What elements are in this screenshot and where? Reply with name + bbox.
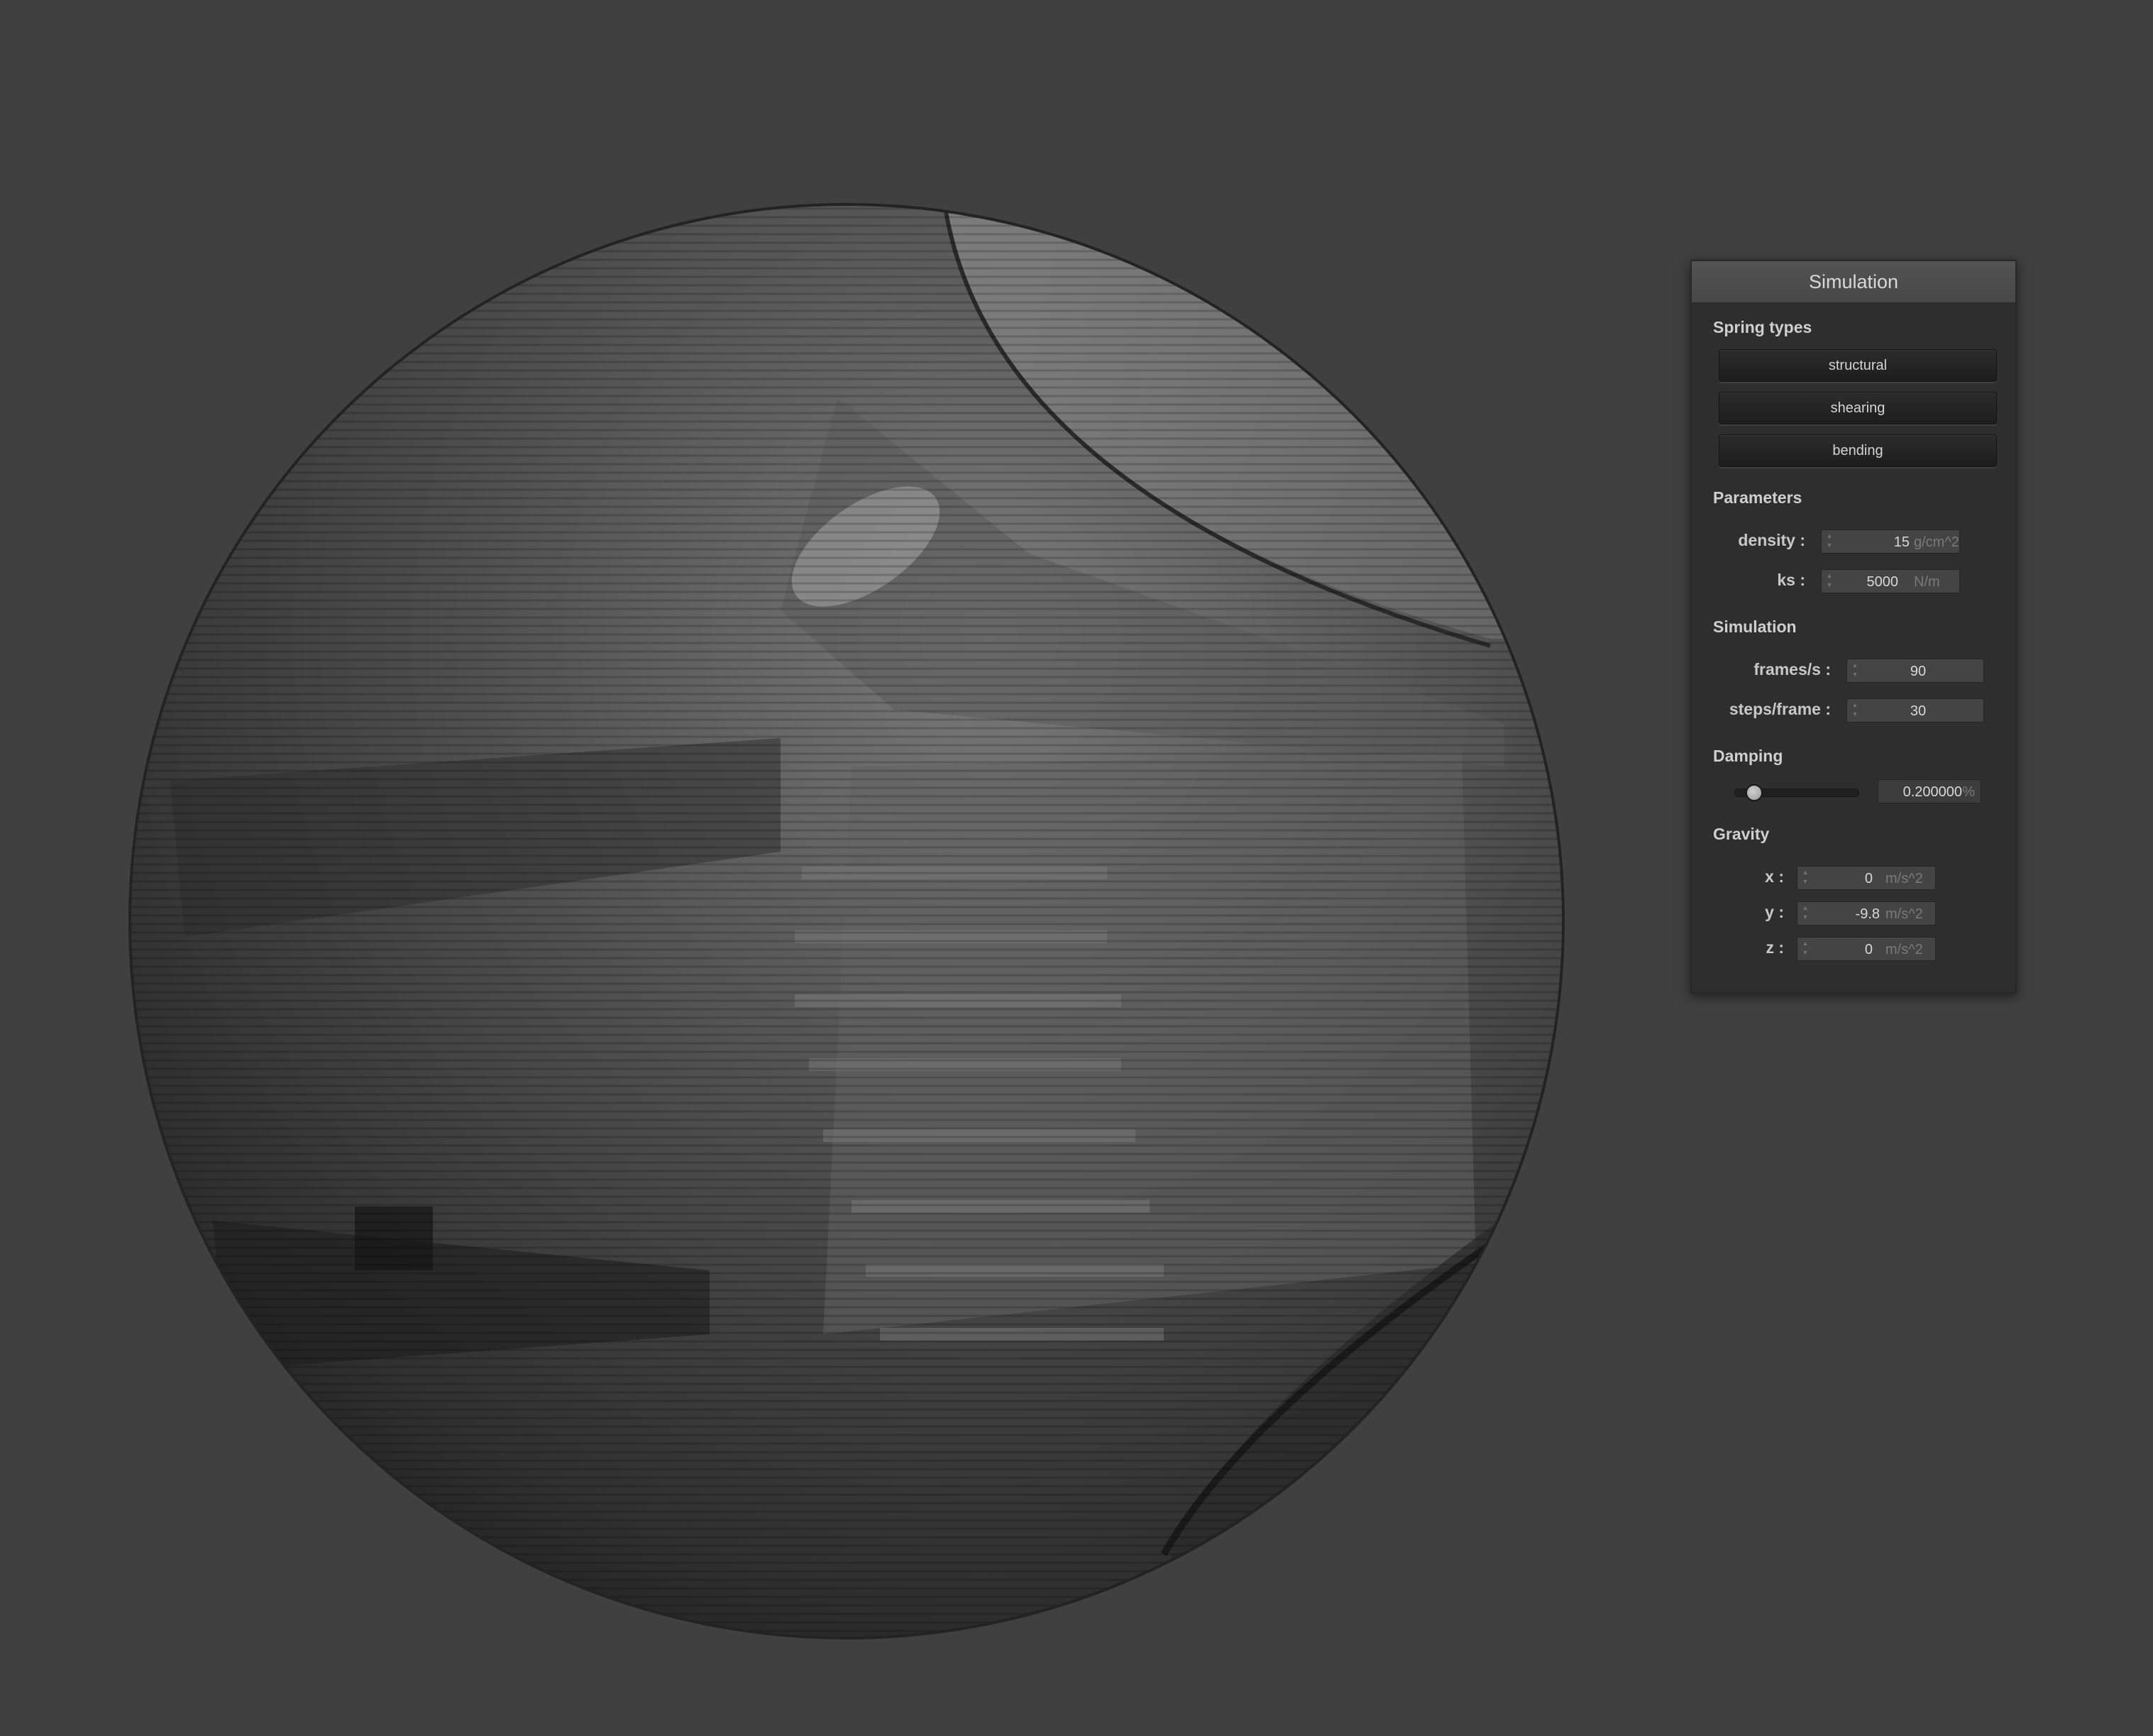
shearing-toggle-button[interactable]: shearing: [1719, 392, 1997, 424]
damping-slider-handle[interactable]: [1746, 784, 1763, 801]
parameters-heading: Parameters: [1713, 488, 1802, 507]
gravity-y-unit: m/s^2: [1885, 906, 1923, 922]
simulation-heading: Simulation: [1713, 617, 1797, 636]
gravity-z-unit: m/s^2: [1885, 942, 1923, 957]
ks-value: 5000: [1866, 574, 1899, 590]
spin-arrows-icon[interactable]: ▲ ▼: [1802, 868, 1809, 888]
frames-per-second-value: 90: [1910, 664, 1927, 679]
damping-heading: Damping: [1713, 747, 1783, 765]
damping-value: 0.200000: [1903, 784, 1962, 800]
spin-arrows-icon[interactable]: ▲ ▼: [1826, 532, 1833, 551]
spin-arrows-icon[interactable]: ▲ ▼: [1802, 903, 1809, 923]
3d-viewport[interactable]: Simulation Spring types structural shear…: [0, 0, 2153, 1736]
gravity-x-unit: m/s^2: [1885, 871, 1923, 886]
gravity-z-spinbox[interactable]: ▲ ▼ 0 m/s^2: [1797, 937, 1936, 961]
spin-arrows-icon[interactable]: ▲ ▼: [1826, 571, 1833, 591]
density-spinbox[interactable]: ▲ ▼ 15 g/cm^2: [1821, 529, 1960, 554]
gravity-z-value: 0: [1864, 942, 1873, 957]
bending-toggle-button[interactable]: bending: [1719, 434, 1997, 467]
structural-toggle-button[interactable]: structural: [1719, 349, 1997, 382]
damping-slider[interactable]: [1734, 784, 1859, 801]
gravity-y-label: y :: [1765, 903, 1784, 921]
ks-unit: N/m: [1914, 574, 1940, 590]
frames-per-second-spinbox[interactable]: ▲ ▼ 90: [1846, 659, 1984, 683]
frames-per-second-label: frames/s :: [1753, 660, 1831, 679]
spin-arrows-icon[interactable]: ▲ ▼: [1851, 661, 1859, 681]
gravity-x-value: 0: [1864, 871, 1873, 886]
gravity-z-label: z :: [1766, 938, 1784, 957]
damping-value-field[interactable]: 0.200000 %: [1878, 779, 1981, 803]
spin-arrows-icon[interactable]: ▲ ▼: [1802, 939, 1809, 959]
density-unit: g/cm^2: [1914, 534, 1959, 550]
panel-title[interactable]: Simulation: [1692, 261, 2015, 304]
damping-unit: %: [1962, 784, 1975, 800]
ks-label: ks :: [1777, 571, 1805, 589]
gravity-heading: Gravity: [1713, 825, 1770, 843]
spin-arrows-icon[interactable]: ▲ ▼: [1851, 701, 1859, 720]
steps-per-frame-label: steps/frame :: [1729, 700, 1831, 718]
steps-per-frame-spinbox[interactable]: ▲ ▼ 30: [1846, 698, 1984, 723]
gravity-x-label: x :: [1765, 867, 1784, 886]
gravity-x-spinbox[interactable]: ▲ ▼ 0 m/s^2: [1797, 866, 1936, 890]
ks-spinbox[interactable]: ▲ ▼ 5000 N/m: [1821, 569, 1960, 593]
gravity-y-spinbox[interactable]: ▲ ▼ -9.8 m/s^2: [1797, 901, 1936, 925]
simulation-panel: Simulation Spring types structural shear…: [1690, 260, 2017, 994]
density-label: density :: [1738, 531, 1805, 549]
steps-per-frame-value: 30: [1910, 703, 1927, 719]
density-value: 15: [1893, 534, 1910, 550]
gravity-y-value: -9.8: [1855, 906, 1880, 922]
spring-types-heading: Spring types: [1713, 318, 1812, 336]
